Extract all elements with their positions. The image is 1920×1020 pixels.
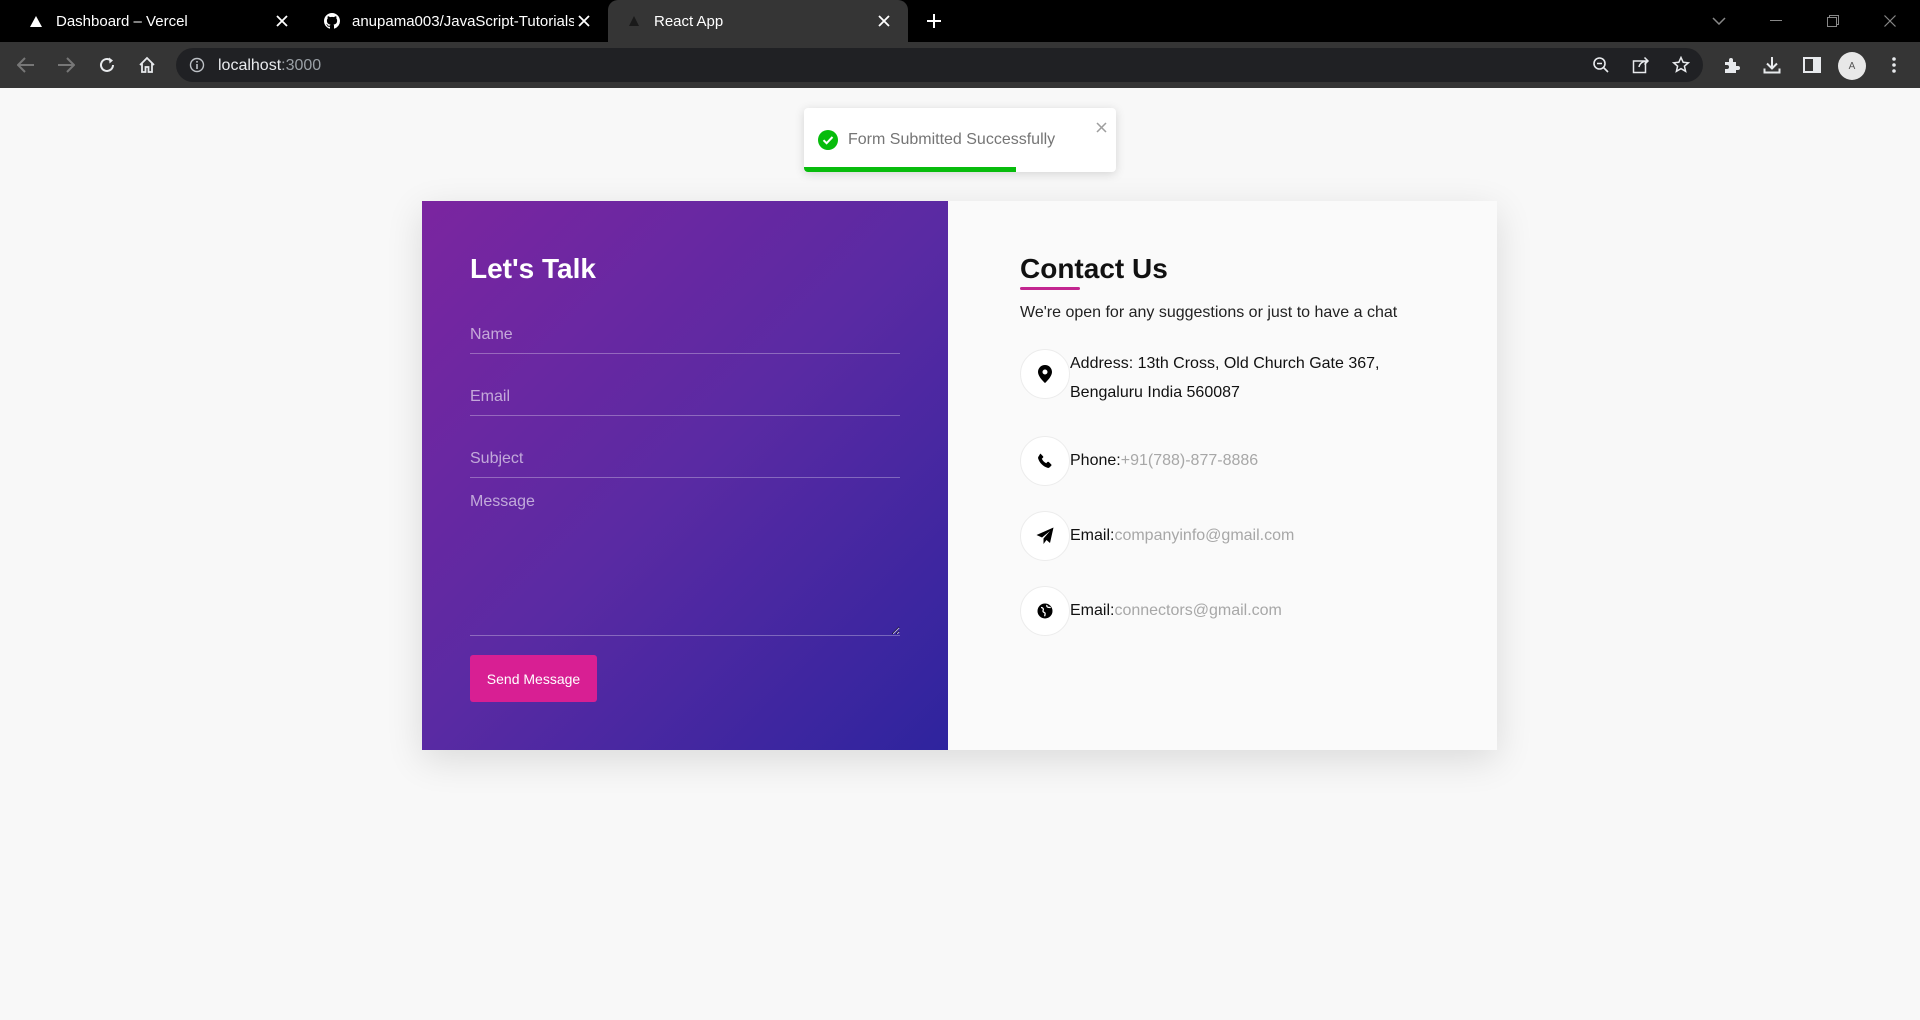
phone-value: +91(788)-877-8886 xyxy=(1120,452,1259,469)
side-panel-icon[interactable] xyxy=(1800,53,1824,77)
name-input[interactable] xyxy=(470,316,900,354)
address-bar[interactable]: localhost:3000 xyxy=(176,48,1703,82)
contact-info-panel: Contact Us We're open for any suggestion… xyxy=(948,201,1497,750)
form-title: Let's Talk xyxy=(470,253,596,284)
tab-title: Dashboard – Vercel xyxy=(56,12,188,30)
address-text: Address: 13th Cross, Old Church Gate 367… xyxy=(1070,349,1410,407)
contact-title: Contact Us xyxy=(1020,253,1168,284)
info-icon[interactable] xyxy=(188,56,206,74)
close-icon[interactable] xyxy=(874,11,894,31)
send-message-button[interactable]: Send Message xyxy=(470,655,597,702)
tab-title: React App xyxy=(654,12,724,30)
tab-search-button[interactable] xyxy=(1706,8,1732,34)
website-text: Email:connectors@gmail.com xyxy=(1070,596,1282,625)
globe-icon xyxy=(1020,586,1070,636)
email-input[interactable] xyxy=(470,378,900,416)
url-port: :3000 xyxy=(281,57,322,74)
page-viewport: Form Submitted Successfully Let's Talk S… xyxy=(0,88,1920,1020)
close-window-button[interactable] xyxy=(1877,8,1903,34)
url-host: localhost xyxy=(218,57,282,74)
check-circle-icon xyxy=(818,130,838,150)
browser-toolbar: localhost:3000 A xyxy=(0,42,1920,88)
toast-progress-track xyxy=(804,167,1116,172)
message-textarea[interactable] xyxy=(470,490,900,636)
phone-label: Phone: xyxy=(1070,452,1121,469)
tab-react-app[interactable]: React App xyxy=(608,0,908,42)
extensions-icon[interactable] xyxy=(1720,53,1744,77)
contact-subtitle: We're open for any suggestions or just t… xyxy=(1020,304,1398,321)
browser-tab-bar: Dashboard – Vercel anupama003/JavaScript… xyxy=(0,0,1920,42)
url-text: localhost:3000 xyxy=(218,57,321,75)
share-icon[interactable] xyxy=(1629,53,1653,77)
reload-button[interactable] xyxy=(93,51,121,79)
contact-form-panel: Let's Talk Send Message xyxy=(422,201,948,750)
email-value: companyinfo@gmail.com xyxy=(1114,527,1295,544)
success-toast: Form Submitted Successfully xyxy=(804,108,1116,172)
close-icon[interactable] xyxy=(1094,120,1108,134)
website-label: Email: xyxy=(1070,602,1115,619)
phone-text: Phone:+91(788)-877-8886 xyxy=(1070,446,1258,475)
github-icon xyxy=(324,13,340,29)
minimize-button[interactable] xyxy=(1763,8,1789,34)
tab-github-repo[interactable]: anupama003/JavaScript-Tutorials xyxy=(310,0,608,42)
map-pin-icon xyxy=(1020,349,1070,399)
title-underline xyxy=(1020,287,1080,290)
phone-icon xyxy=(1020,436,1070,486)
new-tab-button[interactable] xyxy=(922,9,946,33)
subject-input[interactable] xyxy=(470,440,900,478)
contact-card: Let's Talk Send Message Contact Us We're… xyxy=(422,201,1497,750)
close-icon[interactable] xyxy=(574,11,594,31)
address-label: Address: xyxy=(1070,355,1134,372)
bookmark-star-icon[interactable] xyxy=(1669,53,1693,77)
email-text: Email:companyinfo@gmail.com xyxy=(1070,521,1294,550)
toast-progress-bar xyxy=(804,167,1017,172)
vercel-icon xyxy=(28,13,44,29)
react-icon xyxy=(626,13,642,29)
home-button[interactable] xyxy=(133,51,161,79)
back-button[interactable] xyxy=(12,51,40,79)
contact-item-email: Email:companyinfo@gmail.com xyxy=(1020,511,1294,561)
contact-item-website: Email:connectors@gmail.com xyxy=(1020,586,1282,636)
email-label: Email: xyxy=(1070,527,1115,544)
profile-avatar[interactable]: A xyxy=(1838,52,1866,80)
more-menu-icon[interactable] xyxy=(1882,53,1906,77)
close-icon[interactable] xyxy=(272,11,292,31)
restore-button[interactable] xyxy=(1820,8,1846,34)
contact-item-phone: Phone:+91(788)-877-8886 xyxy=(1020,436,1258,486)
zoom-icon[interactable] xyxy=(1589,53,1613,77)
download-icon[interactable] xyxy=(1760,53,1784,77)
website-value: connectors@gmail.com xyxy=(1114,602,1282,619)
contact-item-address: Address: 13th Cross, Old Church Gate 367… xyxy=(1020,349,1410,407)
forward-button[interactable] xyxy=(52,51,80,79)
tab-title: anupama003/JavaScript-Tutorials xyxy=(352,12,574,30)
toast-message: Form Submitted Successfully xyxy=(848,131,1056,148)
paper-plane-icon xyxy=(1020,511,1070,561)
tab-vercel-dashboard[interactable]: Dashboard – Vercel xyxy=(0,0,306,42)
